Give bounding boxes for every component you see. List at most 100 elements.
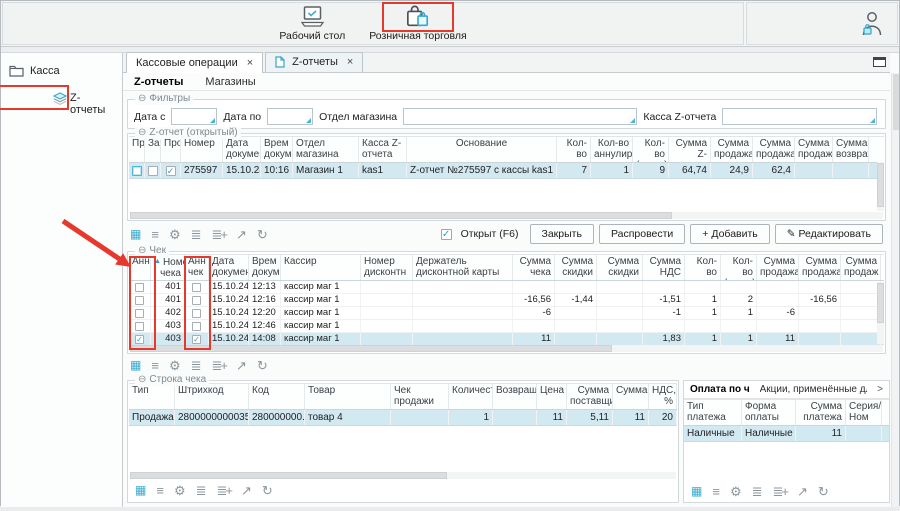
column-header[interactable]: Кол-во строк: [557, 137, 591, 162]
column-header[interactable]: Серия/Ном: [846, 400, 882, 425]
user-icon[interactable]: [859, 10, 883, 37]
column-header[interactable]: Анн: [129, 255, 151, 280]
table-row[interactable]: 40115.10.2412:16кассир маг 1-16,56-1,44-…: [129, 294, 884, 307]
table-row[interactable]: Продажа2800000000035280000000...товар 41…: [129, 410, 677, 426]
column-header[interactable]: Сумма продажа: [757, 255, 799, 280]
sidebar-item-zreports[interactable]: Z-отчеты: [1, 89, 122, 119]
row-checkbox[interactable]: [135, 296, 144, 305]
column-header[interactable]: Цена: [537, 384, 567, 409]
list-icon[interactable]: ≣: [752, 485, 763, 498]
table-row[interactable]: 40315.10.2412:46кассир маг 1: [129, 320, 884, 333]
column-header[interactable]: Сумма НДС: [643, 255, 685, 280]
collapse-icon[interactable]: ⊖: [138, 127, 146, 139]
receipt-vscrollbar[interactable]: [877, 282, 884, 344]
column-header[interactable]: НДС, %: [649, 384, 677, 409]
open-window-icon[interactable]: ↗: [236, 228, 247, 241]
column-header[interactable]: Сумма Z-отчета: [669, 137, 711, 162]
row-checkbox[interactable]: [135, 309, 144, 318]
filter-icon[interactable]: ≡: [712, 485, 720, 498]
date-from-input[interactable]: [171, 108, 217, 125]
column-header[interactable]: Про: [129, 137, 145, 162]
close-tab-icon[interactable]: ×: [247, 57, 253, 69]
sidebar-item-kassa[interactable]: Касса: [1, 62, 122, 80]
table-row[interactable]: ✓403✓15.10.2414:08кассир маг 1111,831111: [129, 333, 884, 345]
row-checkbox[interactable]: ✓: [192, 335, 201, 344]
table-row[interactable]: НаличныеНаличные11: [684, 426, 889, 442]
column-header[interactable]: Форма оплаты: [742, 400, 796, 425]
list-icon[interactable]: ≣: [191, 359, 202, 372]
restore-window-icon[interactable]: [873, 57, 886, 67]
filter-icon[interactable]: ≡: [151, 228, 159, 241]
column-header[interactable]: Врем докум: [261, 137, 293, 162]
column-header[interactable]: Отдел магазина: [293, 137, 359, 162]
gear-icon[interactable]: ⚙: [730, 485, 742, 498]
row-checkbox[interactable]: [192, 309, 201, 318]
table-row[interactable]: ✓27559715.10.2410:16Магазин 1kas1Z-отчет…: [129, 163, 884, 179]
tab-cash-operations[interactable]: Кассовые операции ×: [126, 52, 263, 73]
date-to-input[interactable]: [267, 108, 313, 125]
column-header[interactable]: Номер: [181, 137, 223, 162]
collapse-icon[interactable]: ⊖: [138, 245, 146, 257]
main-vscrollbar[interactable]: [891, 73, 899, 507]
grid-icon[interactable]: ▦: [691, 485, 702, 497]
close-tab-icon[interactable]: ×: [347, 56, 353, 68]
grid-icon[interactable]: ▦: [130, 228, 141, 240]
open-filter-checkbox[interactable]: ✓: [441, 229, 452, 240]
column-header[interactable]: Сумма продажа: [711, 137, 753, 162]
list-icon[interactable]: ≣: [191, 228, 202, 241]
collapse-icon[interactable]: ⊖: [138, 93, 146, 105]
column-header[interactable]: Закр: [145, 137, 161, 162]
grid-icon[interactable]: ▦: [130, 359, 141, 371]
column-header[interactable]: Кол-во аннулиро: [591, 137, 633, 162]
refresh-icon[interactable]: ↻: [257, 359, 268, 372]
collapse-icon[interactable]: ⊖: [138, 374, 146, 386]
row-checkbox[interactable]: [148, 166, 158, 176]
row-checkbox[interactable]: [192, 322, 201, 331]
column-header[interactable]: Про: [161, 137, 181, 162]
column-header[interactable]: Сумма скидки: [555, 255, 597, 280]
column-header[interactable]: Основание: [407, 137, 557, 162]
retail-button[interactable]: Розничная торговля: [359, 3, 476, 44]
edit-button[interactable]: ✎ Редактировать: [775, 224, 883, 244]
cash-input[interactable]: [722, 108, 877, 125]
tab-scroll-right-icon[interactable]: >: [877, 384, 883, 395]
column-header[interactable]: Сумма: [613, 384, 649, 409]
column-header[interactable]: Анн чек: [185, 255, 209, 280]
row-checkbox[interactable]: ✓: [135, 335, 144, 344]
row-checkbox[interactable]: ✓: [166, 166, 176, 176]
gear-icon[interactable]: ⚙: [169, 359, 181, 372]
column-header[interactable]: Сумма возврат: [833, 137, 869, 162]
tab-zreports[interactable]: Z-отчеты ×: [265, 52, 363, 72]
column-header[interactable]: Дата докумен: [209, 255, 249, 280]
filter-icon[interactable]: ≡: [151, 359, 159, 372]
column-header[interactable]: Кол-во (всего): [721, 255, 757, 280]
column-header[interactable]: Кассир: [281, 255, 361, 280]
refresh-icon[interactable]: ↻: [818, 485, 829, 498]
column-header[interactable]: Сумма продаж: [841, 255, 881, 280]
row-checkbox[interactable]: [192, 283, 201, 292]
open-window-icon[interactable]: ↗: [241, 484, 252, 497]
column-header[interactable]: Кол-во строк: [685, 255, 721, 280]
subtab-zreports[interactable]: Z-отчеты: [134, 76, 183, 88]
column-header[interactable]: Возвращен: [493, 384, 537, 409]
list-add-icon[interactable]: ≣+: [217, 484, 231, 497]
column-header[interactable]: Товар: [305, 384, 391, 409]
column-header[interactable]: Штрихкод: [175, 384, 249, 409]
column-header[interactable]: Касса Z-отчета: [359, 137, 407, 162]
table-row[interactable]: 40215.10.2412:20кассир маг 1-6-111-6: [129, 307, 884, 320]
column-header[interactable]: Сумма поставщик: [567, 384, 613, 409]
receipt-line-hscrollbar[interactable]: [130, 472, 676, 479]
column-header[interactable]: Дата докумен: [223, 137, 261, 162]
list-add-icon[interactable]: ≣+: [212, 228, 226, 241]
column-header[interactable]: Номер дисконтн: [361, 255, 413, 280]
column-header[interactable]: Сумма платежа: [796, 400, 846, 425]
column-header[interactable]: Тип платежа: [684, 400, 742, 425]
row-checkbox[interactable]: [135, 283, 144, 292]
receipt-hscrollbar[interactable]: [130, 345, 883, 352]
column-header[interactable]: Держатель дисконтной карты: [413, 255, 513, 280]
column-header[interactable]: Врем докум: [249, 255, 281, 280]
column-header[interactable]: Кол-во (всего): [633, 137, 669, 162]
row-checkbox[interactable]: [192, 296, 201, 305]
column-header[interactable]: Количество: [449, 384, 493, 409]
grid-icon[interactable]: ▦: [135, 484, 146, 496]
